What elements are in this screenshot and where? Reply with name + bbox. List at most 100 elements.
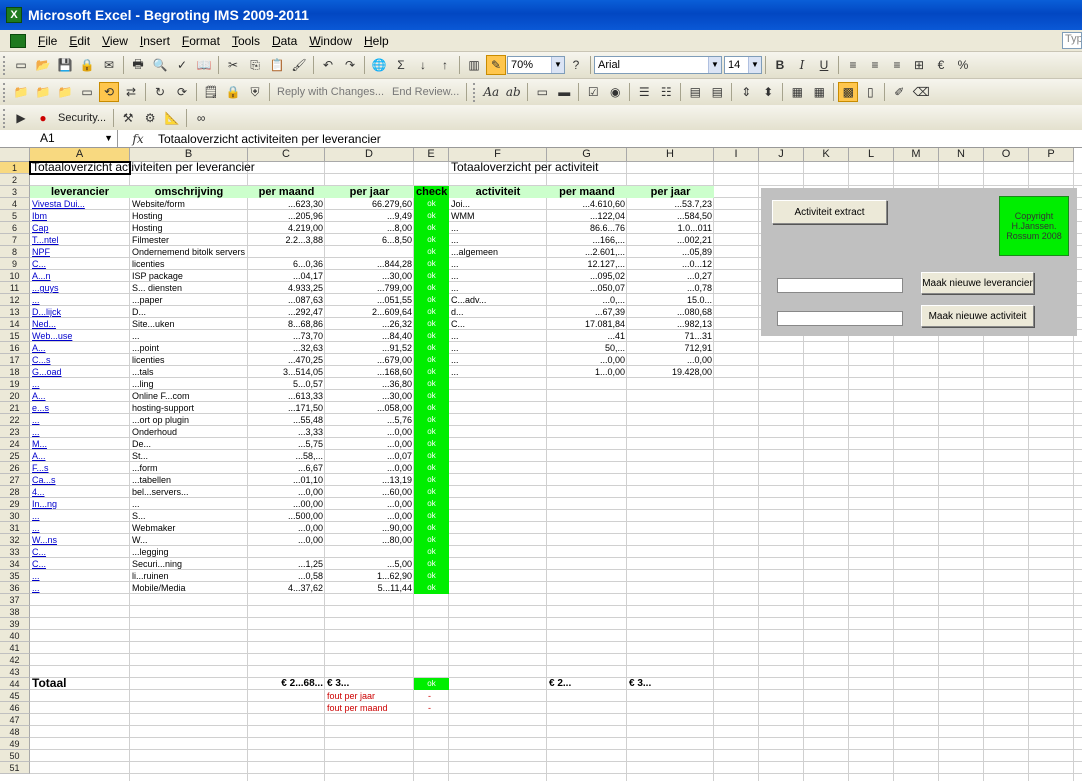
row-header-7[interactable]: 7 [0,234,30,246]
supplier-link[interactable]: Web...use [30,330,130,342]
save-icon[interactable]: 💾 [55,55,75,75]
drawing-icon[interactable]: ✎ [486,55,506,75]
research-icon[interactable]: 📖 [194,55,214,75]
supplier-link[interactable]: C...s [30,354,130,366]
column-header-d[interactable]: D [325,148,414,162]
row-header-18[interactable]: 18 [0,366,30,378]
supplier-link[interactable]: Ca...s [30,474,130,486]
row-header-34[interactable]: 34 [0,558,30,570]
row-header-23[interactable]: 23 [0,426,30,438]
percent-icon[interactable]: % [953,55,973,75]
row-header-15[interactable]: 15 [0,330,30,342]
row-header-33[interactable]: 33 [0,546,30,558]
checkbox-icon[interactable]: ☑ [583,82,603,102]
control-properties-icon[interactable]: ▦ [787,82,807,102]
row-header-39[interactable]: 39 [0,618,30,630]
spinner-icon[interactable]: ⬍ [758,82,778,102]
row-header-41[interactable]: 41 [0,642,30,654]
scroll-bar-icon[interactable]: ⇕ [736,82,756,102]
note-icon[interactable]: 🗒 [201,82,221,102]
edit-code-icon[interactable]: ▦ [809,82,829,102]
column-header-m[interactable]: M [894,148,939,162]
supplier-link[interactable]: ... [30,414,130,426]
row-header-51[interactable]: 51 [0,762,30,774]
paste-icon[interactable]: 📋 [267,55,287,75]
lock-icon[interactable]: 🔒 [223,82,243,102]
row-header-27[interactable]: 27 [0,474,30,486]
email-icon[interactable]: ✉ [99,55,119,75]
row-header-49[interactable]: 49 [0,738,30,750]
font-name-combo[interactable]: Arial ▼ [594,56,722,74]
supplier-link[interactable]: C... [30,258,130,270]
supplier-link[interactable]: ... [30,582,130,594]
label-icon[interactable]: ▭ [532,82,552,102]
combo-list-icon[interactable]: ▤ [685,82,705,102]
row-header-30[interactable]: 30 [0,510,30,522]
row-header-36[interactable]: 36 [0,582,30,594]
align-left-icon[interactable]: ≡ [843,55,863,75]
supplier-link[interactable]: Cap [30,222,130,234]
row-header-4[interactable]: 4 [0,198,30,210]
supplier-link[interactable]: In...ng [30,498,130,510]
chevron-down-icon[interactable]: ▼ [748,57,761,73]
row-header-20[interactable]: 20 [0,390,30,402]
activity-extract-button[interactable]: Activiteit extract [772,200,887,224]
row-header-47[interactable]: 47 [0,714,30,726]
corner-select-all[interactable] [0,148,30,162]
help-icon[interactable]: ? [566,55,586,75]
compare-icon[interactable]: ⇄ [121,82,141,102]
supplier-link[interactable]: C... [30,558,130,570]
rotate-icon[interactable]: ↻ [150,82,170,102]
column-header-j[interactable]: J [759,148,804,162]
column-header-l[interactable]: L [849,148,894,162]
row-header-48[interactable]: 48 [0,726,30,738]
folder-up-icon[interactable]: 📁 [33,82,53,102]
visual-basic-editor-icon[interactable]: ⚒ [118,108,138,128]
column-header-f[interactable]: F [449,148,547,162]
combo-box-icon[interactable]: ☷ [656,82,676,102]
supplier-link[interactable]: ... [30,378,130,390]
column-header-i[interactable]: I [714,148,759,162]
align-right-icon[interactable]: ≡ [887,55,907,75]
supplier-link[interactable]: Ned... [30,318,130,330]
italic-icon[interactable]: I [792,55,812,75]
spelling-icon[interactable]: ✓ [172,55,192,75]
menu-item-tools[interactable]: Tools [226,34,266,48]
column-header-a[interactable]: A [30,148,130,162]
row-header-28[interactable]: 28 [0,486,30,498]
print-preview-icon[interactable]: 🔍 [150,55,170,75]
row-header-16[interactable]: 16 [0,342,30,354]
row-header-11[interactable]: 11 [0,282,30,294]
worksheet-grid[interactable]: A B C D E F G H I J K L M N O P 1 2 3 4 5 6 7 8 9 10 11 12 13 14 15 16 1… [0,148,1082,781]
workbook-icon[interactable] [10,33,26,48]
menu-item-window[interactable]: Window [303,34,358,48]
row-header-43[interactable]: 43 [0,666,30,678]
menu-item-help[interactable]: Help [358,34,395,48]
chevron-down-icon[interactable]: ▼ [708,57,721,73]
column-header-g[interactable]: G [547,148,627,162]
sort-desc-icon[interactable]: ↑ [435,55,455,75]
supplier-link[interactable]: ... [30,294,130,306]
undo-icon[interactable]: ↶ [318,55,338,75]
supplier-link[interactable]: A... [30,450,130,462]
option-button-icon[interactable]: ◉ [605,82,625,102]
row-header-38[interactable]: 38 [0,606,30,618]
control-toolbox-icon[interactable]: ⚙ [140,108,160,128]
eraser-icon[interactable]: ⌫ [911,82,931,102]
merge-center-icon[interactable]: ⊞ [909,55,929,75]
design-mode-icon[interactable]: 📐 [162,108,182,128]
row-header-26[interactable]: 26 [0,462,30,474]
record-macro-icon[interactable]: ● [33,108,53,128]
supplier-link[interactable]: Ibm [30,210,130,222]
window-icon[interactable]: ▭ [77,82,97,102]
folder-icon[interactable]: 📁 [11,82,31,102]
row-header-19[interactable]: 19 [0,378,30,390]
row-header-14[interactable]: 14 [0,318,30,330]
text-style-icon[interactable]: Aa [481,82,501,102]
row-header-31[interactable]: 31 [0,522,30,534]
refresh-icon[interactable]: ⟳ [172,82,192,102]
combo-edit-icon[interactable]: ▤ [707,82,727,102]
supplier-link[interactable]: ...guys [30,282,130,294]
supplier-link[interactable]: M... [30,438,130,450]
menu-item-view[interactable]: View [96,34,134,48]
